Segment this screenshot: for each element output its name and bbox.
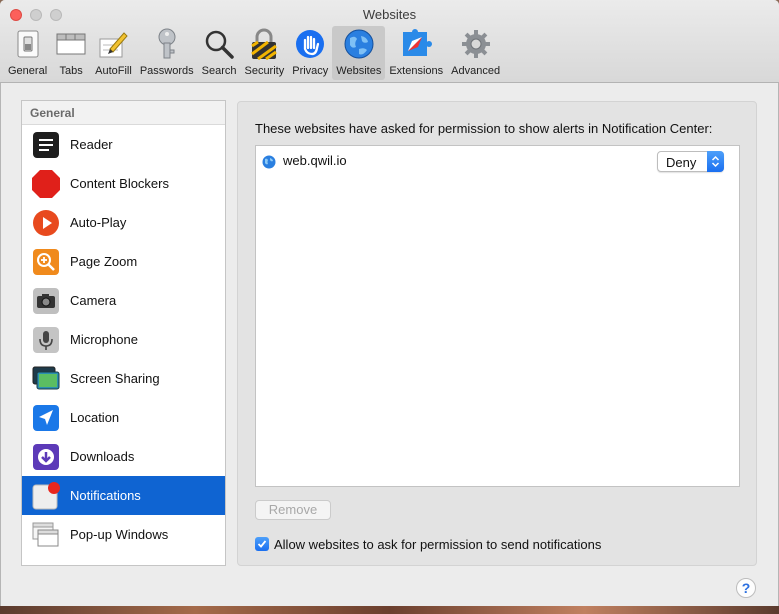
padlock-icon <box>248 28 280 60</box>
preferences-toolbar: General Tabs AutoFill Passwords Search S… <box>4 26 504 80</box>
sidebar-item-label: Content Blockers <box>70 176 169 191</box>
tab-search[interactable]: Search <box>198 26 241 80</box>
website-row[interactable]: web.qwil.io Deny <box>256 150 739 174</box>
sidebar-item-camera[interactable]: Camera <box>22 281 225 320</box>
sidebar-item-label: Location <box>70 410 120 425</box>
play-icon <box>31 208 60 237</box>
updown-chevron-icon <box>707 151 724 172</box>
titlebar: Websites General Tabs AutoFill Passwords… <box>0 0 779 83</box>
website-name: web.qwil.io <box>283 153 347 168</box>
tab-label: Privacy <box>292 65 329 77</box>
tab-security[interactable]: Security <box>240 26 288 80</box>
notification-badge-icon <box>31 481 60 510</box>
permission-select[interactable]: Deny <box>657 151 724 172</box>
sidebar-item-reader[interactable]: Reader <box>22 125 225 164</box>
gear-icon <box>460 28 492 60</box>
sidebar-item-label: Downloads <box>70 449 135 464</box>
allow-notifications-checkbox[interactable] <box>255 537 269 551</box>
checkmark-icon <box>257 540 267 548</box>
permission-prompt-text: These websites have asked for permission… <box>255 121 713 136</box>
tab-label: General <box>8 65 48 77</box>
screen-sharing-icon <box>31 364 60 393</box>
tab-label: Advanced <box>451 65 501 77</box>
tab-label: Websites <box>336 65 382 77</box>
sidebar-item-label: Pop-up Windows <box>70 527 169 542</box>
sidebar-item-content-blockers[interactable]: Content Blockers <box>22 164 225 203</box>
permission-select-value: Deny <box>666 155 697 170</box>
sidebar-item-label: Page Zoom <box>70 254 138 269</box>
popup-windows-icon <box>31 520 60 549</box>
download-icon <box>31 442 60 471</box>
microphone-icon <box>31 325 60 354</box>
preferences-window: Websites General Tabs AutoFill Passwords… <box>0 0 779 614</box>
allow-notifications-option[interactable]: Allow websites to ask for permission to … <box>255 535 601 553</box>
pencil-form-icon <box>97 28 129 60</box>
globe-icon <box>262 155 276 174</box>
general-switch-icon <box>12 28 44 60</box>
key-icon <box>151 28 183 60</box>
websites-sidebar: General Reader Content Blockers Auto-Pla… <box>21 100 226 566</box>
sidebar-item-label: Notifications <box>70 488 141 503</box>
sidebar-item-label: Auto-Play <box>70 215 127 230</box>
reader-icon <box>31 130 60 159</box>
sidebar-item-notifications[interactable]: Notifications <box>22 476 225 515</box>
tab-extensions[interactable]: Extensions <box>385 26 447 80</box>
sidebar-item-label: Microphone <box>70 332 138 347</box>
sidebar-item-screen-sharing[interactable]: Screen Sharing <box>22 359 225 398</box>
website-list[interactable]: web.qwil.io Deny <box>255 145 740 487</box>
tab-label: Search <box>201 65 237 77</box>
sidebar-item-label: Camera <box>70 293 117 308</box>
tab-label: Extensions <box>389 65 444 77</box>
remove-button[interactable]: Remove <box>255 500 331 520</box>
stop-sign-icon <box>31 169 60 198</box>
sidebar-section-header: General <box>22 101 225 125</box>
sidebar-item-label: Screen Sharing <box>70 371 160 386</box>
globe-icon <box>343 28 375 60</box>
sidebar-item-label: Reader <box>70 137 113 152</box>
sidebar-item-downloads[interactable]: Downloads <box>22 437 225 476</box>
desktop-background-edge <box>0 606 779 614</box>
sidebar-item-microphone[interactable]: Microphone <box>22 320 225 359</box>
tab-privacy[interactable]: Privacy <box>288 26 332 80</box>
tab-label: AutoFill <box>95 65 132 77</box>
magnifier-icon <box>203 28 235 60</box>
sidebar-item-location[interactable]: Location <box>22 398 225 437</box>
window-title: Websites <box>362 7 417 22</box>
zoom-icon <box>31 247 60 276</box>
tab-general[interactable]: General <box>4 26 51 80</box>
tab-tabs[interactable]: Tabs <box>51 26 91 80</box>
tab-advanced[interactable]: Advanced <box>447 26 504 80</box>
camera-icon <box>31 286 60 315</box>
tab-autofill[interactable]: AutoFill <box>91 26 136 80</box>
tabs-icon <box>55 28 87 60</box>
help-button[interactable]: ? <box>736 578 756 598</box>
tab-passwords[interactable]: Passwords <box>136 26 198 80</box>
tab-websites[interactable]: Websites <box>332 26 386 80</box>
tab-label: Security <box>244 65 285 77</box>
location-arrow-icon <box>31 403 60 432</box>
tab-label: Passwords <box>139 65 194 77</box>
sidebar-item-popup-windows[interactable]: Pop-up Windows <box>22 515 225 554</box>
sidebar-item-page-zoom[interactable]: Page Zoom <box>22 242 225 281</box>
allow-notifications-label: Allow websites to ask for permission to … <box>274 536 602 552</box>
tab-label: Tabs <box>59 65 83 77</box>
sidebar-item-auto-play[interactable]: Auto-Play <box>22 203 225 242</box>
notifications-panel: These websites have asked for permission… <box>237 101 757 566</box>
hand-icon <box>294 28 326 60</box>
puzzle-compass-icon <box>400 28 433 60</box>
